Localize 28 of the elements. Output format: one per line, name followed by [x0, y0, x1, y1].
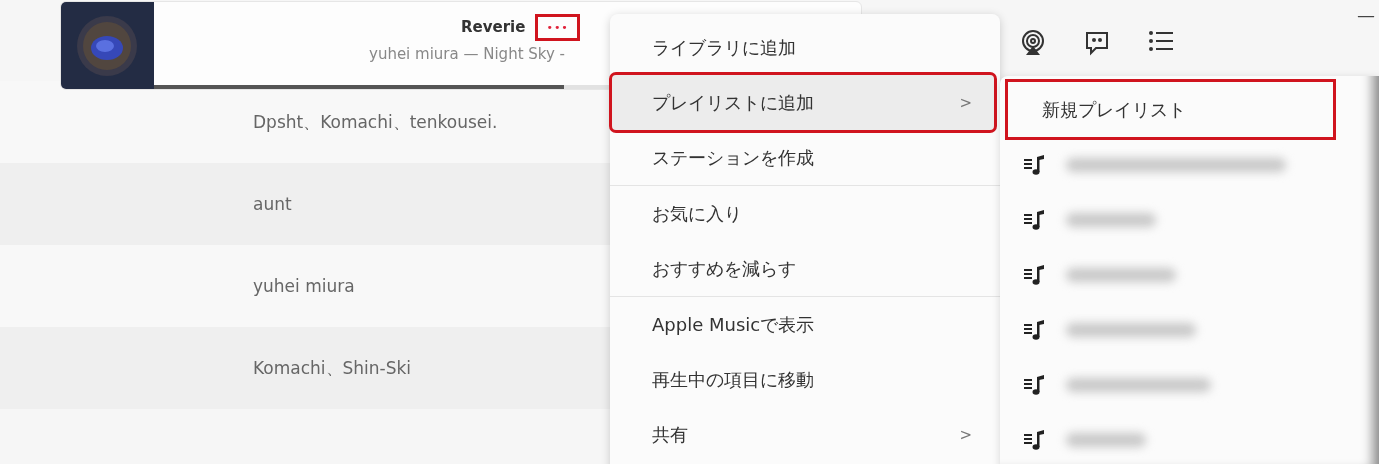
airplay-icon[interactable]	[1020, 30, 1046, 56]
more-button[interactable]: •••	[535, 13, 580, 41]
menu-item[interactable]: プレイリストに追加 >	[612, 75, 994, 130]
artist-name: Dpsht、Komachi、tenkousei.	[253, 110, 498, 134]
playlist-icon[interactable]	[1024, 263, 1046, 286]
song-title: Reverie	[461, 18, 526, 36]
playlist-icon[interactable]	[1024, 373, 1046, 396]
menu-item[interactable]: おすすめを減らす	[612, 241, 994, 296]
menu-item[interactable]: ステーションを作成	[612, 130, 994, 185]
menu-item[interactable]: 新規プレイリスト	[1008, 82, 1333, 137]
playlist-icon[interactable]	[1024, 318, 1046, 341]
song-subtitle: yuhei miura — Night Sky -	[369, 44, 566, 63]
chevron-icon: >	[959, 425, 972, 444]
minimize-button[interactable]: —	[1357, 4, 1375, 25]
menu-item[interactable]: 再生中の項目に移動	[612, 352, 994, 407]
artist-name: yuhei miura	[253, 276, 355, 296]
chevron-icon: >	[959, 93, 972, 112]
artist-name: Komachi、Shin-Ski	[253, 356, 412, 380]
list-icon[interactable]	[1148, 30, 1174, 52]
menu-item[interactable]: お気に入り	[612, 186, 994, 241]
playlist-icon[interactable]	[1024, 208, 1046, 231]
menu-item[interactable]: ライブラリに追加	[612, 20, 994, 75]
playlist-icon[interactable]	[1024, 428, 1046, 451]
menu-item[interactable]: 共有 >	[612, 407, 994, 462]
artist-name: aunt	[253, 194, 292, 214]
quote-bubble-icon[interactable]	[1084, 30, 1110, 56]
playlist-icon[interactable]	[1024, 153, 1046, 176]
menu-item[interactable]: Apple Musicで表示	[612, 297, 994, 352]
